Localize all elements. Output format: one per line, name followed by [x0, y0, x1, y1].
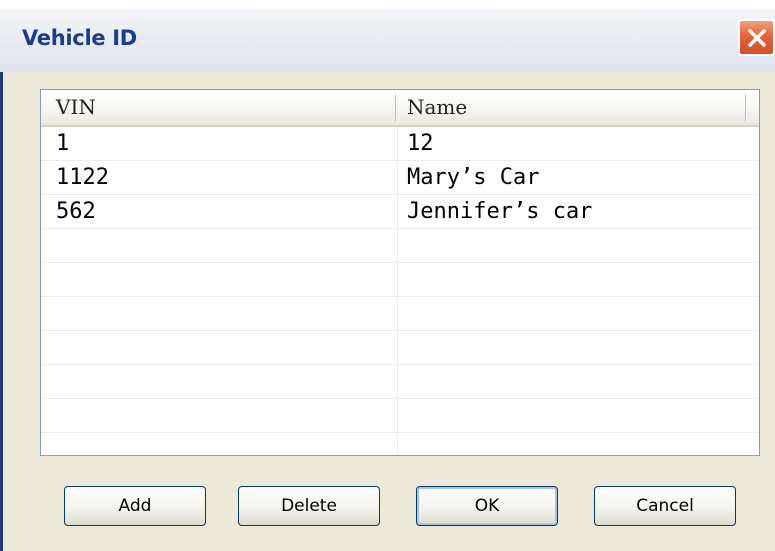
table-row: [41, 297, 759, 331]
list-rows: 1 12 1122 Mary’s Car 562 Jennifer’s car: [41, 127, 759, 455]
column-header-name[interactable]: Name: [407, 90, 747, 125]
vehicle-list[interactable]: VIN Name 1 12 1122 Mary’s Car 562 Jennif…: [40, 89, 760, 456]
table-row: [41, 433, 759, 455]
dialog-title: Vehicle ID: [22, 26, 137, 50]
cancel-button[interactable]: Cancel: [594, 486, 736, 526]
vin-cell: 1122: [56, 165, 109, 190]
table-row[interactable]: 1122 Mary’s Car: [41, 161, 759, 195]
table-row: [41, 263, 759, 297]
dialog-client-area: VIN Name 1 12 1122 Mary’s Car 562 Jennif…: [3, 72, 775, 551]
table-row: [41, 365, 759, 399]
ok-button[interactable]: OK: [416, 486, 558, 526]
table-row[interactable]: 562 Jennifer’s car: [41, 195, 759, 229]
column-header-vin[interactable]: VIN: [56, 90, 396, 125]
table-row[interactable]: 1 12: [41, 127, 759, 161]
column-separator[interactable]: [395, 94, 397, 122]
name-cell: Mary’s Car: [407, 165, 540, 190]
add-button[interactable]: Add: [64, 486, 206, 526]
dialog-window: Vehicle ID VIN Name 1 12 1122 Mary’s Car…: [0, 0, 775, 551]
table-row: [41, 229, 759, 263]
table-row: [41, 399, 759, 433]
delete-button[interactable]: Delete: [238, 486, 380, 526]
name-cell: Jennifer’s car: [407, 199, 593, 224]
close-button[interactable]: [738, 19, 775, 56]
table-row: [41, 331, 759, 365]
vin-cell: 1: [56, 131, 70, 156]
list-header: VIN Name: [41, 90, 759, 127]
close-icon: [746, 27, 768, 49]
vin-cell: 562: [56, 199, 96, 224]
title-bar[interactable]: Vehicle ID: [0, 0, 775, 72]
name-cell: 12: [407, 131, 434, 156]
column-separator[interactable]: [745, 94, 747, 122]
